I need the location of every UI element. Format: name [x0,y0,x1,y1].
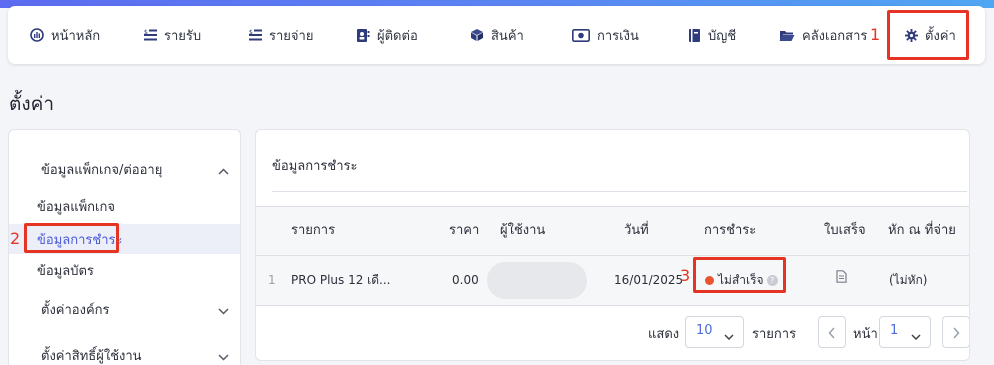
column-header-receipt: ใบเสร็จ [824,223,866,238]
column-header-user: ผู้ใช้งาน [500,223,546,238]
column-header-date: วันที่ [624,223,649,238]
money-bill-icon [572,28,590,42]
items-label: รายการ [752,327,797,342]
sidebar-group-label: ข้อมูลแพ็กเกจ/ต่ออายุ [41,162,163,178]
row-date: 16/01/2025 [614,273,684,287]
nav-item-income[interactable]: $ รายรับ [144,6,201,64]
annotation-number-2: 2 [10,229,21,248]
sidebar-group-label: ตั้งค่าสิทธิ์ผู้ใช้งาน [41,348,142,364]
payment-info-card: ข้อมูลการชำระ รายการ ราคา ผู้ใช้งาน วันท… [255,129,970,361]
page-label: หน้า [853,327,878,342]
page-title: ตั้งค่า [9,93,54,115]
column-header-withholding: หัก ณ ที่จ่าย [888,223,956,238]
annotation-number-3: 3 [680,266,691,285]
nav-label: รายรับ [164,28,202,44]
dashboard-gauge-icon [30,28,44,42]
expense-list-icon: $ [249,28,262,43]
column-header-item: รายการ [291,223,336,238]
row-withholding: (ไม่หัก) [889,273,928,287]
table-header: รายการ ราคา ผู้ใช้งาน วันที่ การชำระ ใบเ… [256,206,969,256]
main-navbar: หน้าหลัก $ รายรับ $ รายจ่าย ผู้ติดต่อ สิ… [8,6,985,64]
nav-item-contacts[interactable]: ผู้ติดต่อ [356,6,418,64]
income-list-icon: $ [144,28,157,43]
column-header-price: ราคา [449,223,480,238]
nav-item-products[interactable]: สินค้า [470,6,524,64]
sidebar-item-label: ข้อมูลบัตร [37,263,94,279]
nav-item-home[interactable]: หน้าหลัก [30,6,100,64]
chevron-up-icon [218,164,229,179]
annotation-number-1: 1 [870,25,881,44]
nav-item-expense[interactable]: $ รายจ่าย [249,6,313,64]
page-number-value: 1 [890,323,899,338]
sidebar-group-package[interactable]: ข้อมูลแพ็กเกจ/ต่ออายุ [9,151,240,187]
row-index: 1 [268,273,276,287]
nav-label: รายจ่าย [269,28,314,44]
sidebar-item-label: ข้อมูลแพ็กเกจ [37,199,115,215]
sidebar-item-card-info[interactable]: ข้อมูลบัตร [9,255,240,285]
column-header-payment: การชำระ [704,223,757,238]
nav-item-documents[interactable]: คลังเอกสาร [779,6,867,64]
chevron-down-icon [911,329,921,344]
sidebar-group-organization[interactable]: ตั้งค่าองค์กร [9,291,240,327]
chevron-down-icon [218,350,229,365]
next-page-button[interactable] [942,316,969,348]
page-size-value: 10 [696,323,713,338]
contacts-book-icon [356,28,370,43]
product-box-icon [470,28,484,42]
nav-label: บัญชี [708,28,737,44]
table-row: 1 PRO Plus 12 เดื... 0.00 16/01/2025 ไม่… [256,256,969,306]
sidebar-group-label: ตั้งค่าองค์กร [41,302,110,318]
nav-label: คลังเอกสาร [802,28,868,44]
annotation-box-settings [887,10,969,60]
page-size-select[interactable]: 10 [685,316,744,348]
nav-label: ผู้ติดต่อ [377,28,418,44]
folder-open-icon [779,29,795,42]
sidebar-item-package-info[interactable]: ข้อมูลแพ็กเกจ [9,191,240,221]
annotation-box-payment-status [693,257,786,293]
chevron-down-icon [218,304,229,319]
document-icon[interactable] [836,270,847,288]
chevron-down-icon [724,329,734,344]
divider [272,191,967,192]
show-label: แสดง [648,327,680,342]
nav-label: หน้าหลัก [51,28,101,44]
page-number-select[interactable]: 1 [879,316,931,348]
row-price: 0.00 [452,273,479,287]
nav-label: การเงิน [597,28,639,44]
nav-label: สินค้า [491,28,524,44]
prev-page-button[interactable] [818,316,846,348]
nav-item-accounting[interactable]: บัญชี [688,6,736,64]
row-item: PRO Plus 12 เดื... [291,273,391,287]
nav-item-finance[interactable]: การเงิน [572,6,639,64]
annotation-box-payment-info [24,223,119,253]
card-title: ข้อมูลการชำระ [272,159,358,174]
sidebar-group-permissions[interactable]: ตั้งค่าสิทธิ์ผู้ใช้งาน [9,337,240,365]
row-user-redacted [487,262,587,299]
ledger-book-icon [688,28,701,43]
